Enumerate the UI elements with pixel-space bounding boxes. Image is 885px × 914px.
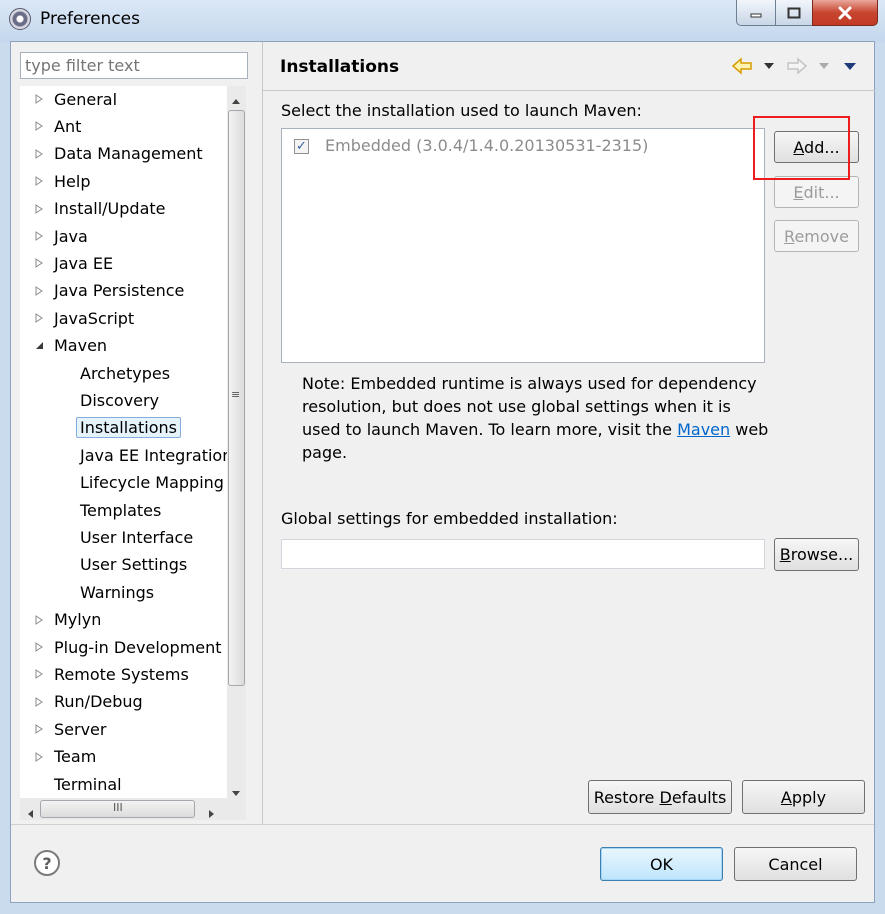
collapsed-triangle-icon[interactable] <box>34 751 44 762</box>
tree-item-label: Mylyn <box>54 610 102 630</box>
tree-item-label: Ant <box>54 116 82 136</box>
collapsed-triangle-icon[interactable] <box>34 121 44 132</box>
back-menu-icon[interactable] <box>762 56 776 76</box>
maven-link[interactable]: Maven <box>677 420 730 439</box>
scroll-up-icon[interactable] <box>231 90 241 109</box>
edit-button[interactable]: Edit... <box>774 176 859 208</box>
installation-item-label[interactable]: Embedded (3.0.4/1.4.0.20130531-2315) <box>325 136 648 155</box>
forward-arrow-icon <box>786 56 808 76</box>
tree-item-label: Server <box>54 719 107 739</box>
tree-item-label: Plug-in Development <box>54 637 222 657</box>
scroll-grip-icon: III <box>113 801 123 814</box>
ok-button[interactable]: OK <box>600 847 723 881</box>
collapsed-triangle-icon[interactable] <box>34 258 44 269</box>
maximize-button[interactable] <box>775 0 813 26</box>
panel-divider[interactable] <box>262 42 263 824</box>
collapsed-triangle-icon[interactable] <box>34 285 44 296</box>
window-title: Preferences <box>40 9 140 29</box>
tree-item-label: JavaScript <box>54 308 135 328</box>
view-menu-icon[interactable] <box>842 56 858 76</box>
collapsed-triangle-icon[interactable] <box>34 642 44 652</box>
help-icon[interactable]: ? <box>34 850 60 876</box>
annotation-highlight-box <box>753 116 850 180</box>
collapsed-triangle-icon[interactable] <box>34 176 44 187</box>
tree-item-label: Java Persistence <box>54 281 185 301</box>
select-installation-label: Select the installation used to launch M… <box>281 101 642 120</box>
installation-checkbox[interactable]: ✓ <box>294 139 309 154</box>
page-title: Installations <box>280 57 400 77</box>
apply-button[interactable]: Apply <box>742 780 865 814</box>
collapsed-triangle-icon[interactable] <box>34 614 44 625</box>
collapsed-triangle-icon[interactable] <box>34 148 44 159</box>
tree-item-label: Data Management <box>54 144 203 164</box>
installations-list[interactable] <box>281 128 765 363</box>
eclipse-app-icon <box>9 8 31 30</box>
browse-button[interactable]: Browse... <box>774 538 859 571</box>
global-settings-label: Global settings for embedded installatio… <box>281 509 618 528</box>
tree-item-label: Help <box>54 171 91 191</box>
tree-item-label: Remote Systems <box>54 664 189 684</box>
tree-item-label: Archetypes <box>80 363 171 383</box>
collapsed-triangle-icon[interactable] <box>34 696 44 707</box>
forward-menu-icon <box>817 56 831 76</box>
header-separator <box>263 90 875 91</box>
close-icon <box>838 6 852 19</box>
tree-item-label: Warnings <box>80 582 155 602</box>
tree-item-label: Lifecycle Mapping <box>80 473 224 493</box>
filter-input[interactable] <box>20 52 248 79</box>
minimize-button[interactable] <box>736 0 776 26</box>
tree-item-label: Java EE <box>54 253 114 273</box>
tree-item-label: General <box>54 89 118 109</box>
collapsed-triangle-icon[interactable] <box>34 669 44 680</box>
tree-item-label: Terminal <box>54 774 122 794</box>
tree-item-label: Installations <box>76 417 181 439</box>
scroll-right-icon[interactable] <box>208 804 216 823</box>
embedded-runtime-note: Note: Embedded runtime is always used fo… <box>302 374 769 462</box>
restore-defaults-button[interactable]: Restore Defaults <box>588 780 732 814</box>
back-arrow-icon[interactable] <box>731 56 753 76</box>
collapsed-triangle-icon[interactable] <box>34 313 44 324</box>
preferences-tree[interactable]: General Ant Data Management Help Install/Upd… <box>20 86 246 798</box>
tree-item-label: Templates <box>80 500 162 520</box>
tree-item-label: Maven <box>54 336 108 356</box>
minimize-icon <box>750 13 762 17</box>
global-settings-field[interactable] <box>281 539 765 569</box>
collapsed-triangle-icon[interactable] <box>34 203 44 214</box>
tree-item-label: Run/Debug <box>54 692 143 712</box>
collapsed-triangle-icon[interactable] <box>34 724 44 735</box>
collapsed-triangle-icon[interactable] <box>34 231 44 241</box>
tree-item-label: Install/Update <box>54 199 166 219</box>
tree-item-label: Discovery <box>80 390 160 410</box>
scroll-grip-icon: ≡ <box>231 388 241 401</box>
cancel-button[interactable]: Cancel <box>734 847 857 881</box>
remove-button[interactable]: Remove <box>774 220 859 252</box>
tree-item-label: Java <box>54 226 88 246</box>
tree-item-label: User Interface <box>80 527 194 547</box>
tree-item-label: Team <box>54 747 97 767</box>
expanded-triangle-icon[interactable] <box>34 341 44 351</box>
tree-item-label: Java EE Integration <box>80 445 233 465</box>
collapsed-triangle-icon[interactable] <box>34 94 44 104</box>
tree-item-label: User Settings <box>80 555 188 575</box>
scroll-left-icon[interactable] <box>26 804 34 823</box>
footer-separator <box>11 824 874 825</box>
close-button[interactable] <box>812 0 878 26</box>
maximize-icon <box>787 7 801 18</box>
